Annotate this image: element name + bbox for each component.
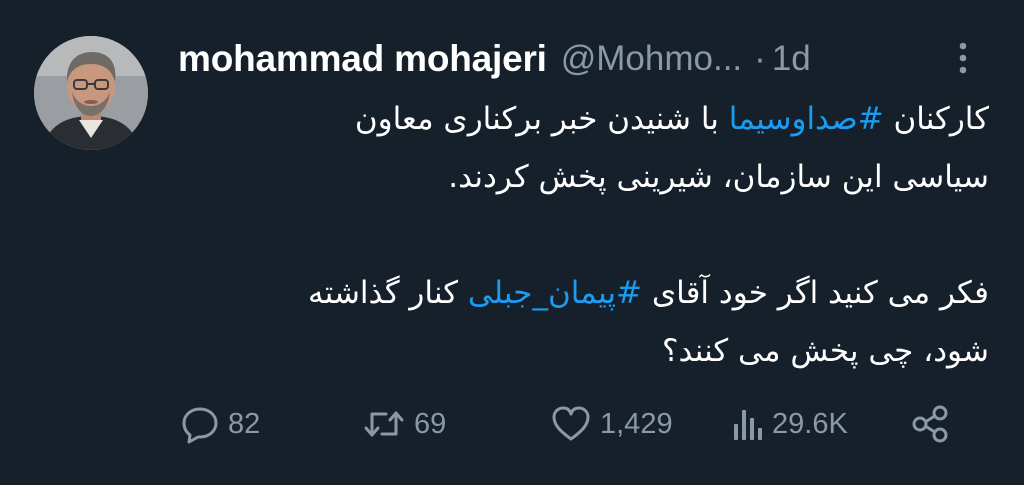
text-segment: فکر می کنید اگر خود آقای [642, 275, 989, 311]
share-button[interactable] [910, 398, 950, 450]
more-vertical-icon [948, 42, 978, 82]
hashtag-link[interactable]: #صداوسیما [729, 101, 884, 137]
text-segment: کنار گذاشته [307, 275, 468, 311]
tweet-line-1: کارکنان #صداوسیما با شنیدن خبر برکناری م… [169, 90, 989, 148]
like-button[interactable]: 1,429 [550, 398, 673, 450]
text-segment: با شنیدن خبر برکناری معاون [354, 101, 729, 137]
reply-count: 82 [228, 407, 261, 440]
views-button[interactable]: 29.6K [730, 398, 848, 450]
avatar[interactable] [34, 36, 148, 150]
like-count: 1,429 [600, 407, 673, 440]
user-handle[interactable]: @Mohmo... [561, 39, 742, 79]
tweet-card[interactable]: mohammad mohajeri @Mohmo... · 1d کارکنان… [0, 0, 1024, 485]
share-icon [910, 404, 950, 444]
tweet-text: کارکنان #صداوسیما با شنیدن خبر برکناری م… [169, 90, 989, 380]
reply-bubble-icon [180, 404, 220, 444]
text-segment: کارکنان [883, 101, 989, 137]
retweet-button[interactable]: 69 [362, 398, 446, 450]
more-options-button[interactable] [948, 38, 978, 78]
bar-chart-icon [730, 404, 764, 444]
tweet-header: mohammad mohajeri @Mohmo... · 1d [178, 34, 811, 84]
retweet-icon [362, 404, 406, 444]
heart-icon [550, 404, 592, 444]
display-name[interactable]: mohammad mohajeri [178, 38, 547, 80]
tweet-line-4: شود، چی پخش می کنند؟ [661, 333, 989, 369]
separator-dot: · [754, 39, 766, 78]
tweet-line-2: سیاسی این سازمان، شیرینی پخش کردند. [448, 159, 989, 195]
view-count: 29.6K [772, 407, 848, 440]
hashtag-link[interactable]: #پیمان_جبلی [468, 275, 642, 311]
timestamp[interactable]: 1d [772, 39, 811, 79]
reply-button[interactable]: 82 [180, 398, 260, 450]
action-bar: 82 69 1,429 29.6K [180, 398, 960, 450]
retweet-count: 69 [414, 407, 447, 440]
tweet-line-3: فکر می کنید اگر خود آقای #پیمان_جبلی کنا… [169, 264, 989, 322]
